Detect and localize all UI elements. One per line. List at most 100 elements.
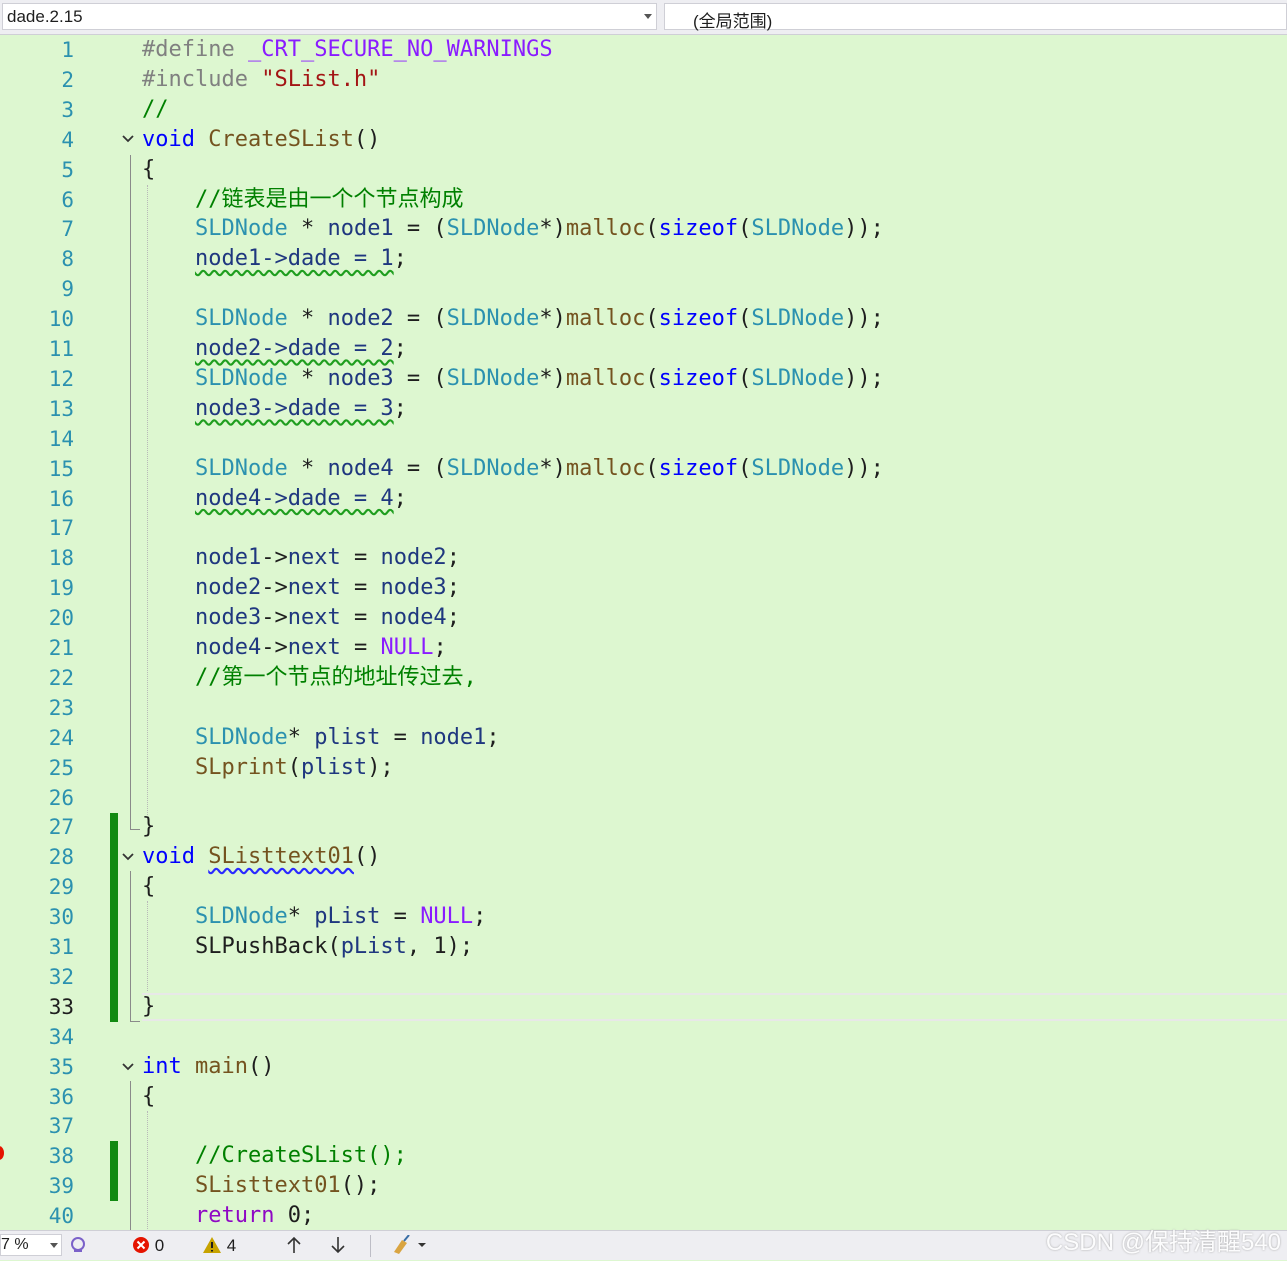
code-text[interactable]: node2->dade = 2; (142, 334, 407, 364)
code-token: //第一个节点的地址传过去, (142, 664, 477, 690)
code-line[interactable]: 22 //第一个节点的地址传过去, (0, 663, 1287, 693)
code-text[interactable]: node4->dade = 4; (142, 484, 407, 514)
code-line[interactable]: 39 SListtext01(); (0, 1171, 1287, 1201)
code-line[interactable]: 16 node4->dade = 4; (0, 484, 1287, 514)
code-line[interactable]: 6 //链表是由一个个节点构成 (0, 185, 1287, 215)
code-line[interactable]: 10 SLDNode * node2 = (SLDNode*)malloc(si… (0, 304, 1287, 334)
code-token: (); (340, 1173, 381, 1199)
code-line[interactable]: 17 (0, 513, 1287, 543)
code-text[interactable]: #include "SList.h" (142, 65, 380, 95)
code-line[interactable]: 35 int main() (0, 1052, 1287, 1082)
code-line[interactable]: 37 (0, 1111, 1287, 1141)
code-line[interactable]: 4 void CreateSList() (0, 125, 1287, 155)
code-line[interactable]: 19 node2->next = node3; (0, 573, 1287, 603)
code-token: node1 (194, 545, 262, 571)
code-line[interactable]: 8 node1->dade = 1; (0, 244, 1287, 274)
code-line[interactable]: 13 node3->dade = 3; (0, 394, 1287, 424)
error-icon (133, 1237, 149, 1253)
code-line[interactable]: 14 (0, 424, 1287, 454)
code-text[interactable]: node2->next = node3; (142, 573, 460, 603)
code-token: )); (844, 306, 884, 332)
code-line[interactable]: 18 node1->next = node2; (0, 543, 1287, 573)
scope-dropdown[interactable]: (全局范围) (664, 3, 1287, 31)
code-line[interactable]: 25 SLprint(plist); (0, 753, 1287, 783)
health-icon[interactable] (68, 1235, 88, 1257)
code-line[interactable]: 11 node2->dade = 2; (0, 334, 1287, 364)
code-line[interactable]: 27} (0, 812, 1287, 842)
code-line[interactable]: 30 SLDNode* pList = NULL; (0, 902, 1287, 932)
code-line[interactable]: 7 SLDNode * node1 = (SLDNode*)malloc(siz… (0, 214, 1287, 244)
code-text[interactable]: SLprint(plist); (142, 753, 394, 783)
code-text[interactable]: { (142, 1082, 155, 1112)
code-text[interactable]: int main() (142, 1052, 274, 1082)
code-editor[interactable]: 1 #define _CRT_SECURE_NO_WARNINGS 2 #includ… (0, 35, 1287, 1230)
code-line[interactable]: 3 // (0, 95, 1287, 125)
code-token: _CRT_SECURE_NO_WARNINGS (247, 37, 553, 62)
code-text[interactable]: node1->next = node2; (142, 543, 460, 573)
code-line[interactable]: 24 SLDNode* plist = node1; (0, 723, 1287, 753)
code-line[interactable]: 34 (0, 1022, 1287, 1052)
code-text[interactable]: node3->next = node4; (142, 603, 460, 633)
code-token: ; (433, 635, 447, 660)
project-dropdown[interactable]: dade.2.15 (2, 3, 657, 30)
code-text[interactable]: SLDNode * node4 = (SLDNode*)malloc(sizeo… (142, 454, 884, 484)
code-text[interactable]: node4->next = NULL; (142, 633, 447, 663)
code-text[interactable]: // (142, 95, 169, 125)
code-text[interactable]: { (142, 155, 155, 185)
previous-issue-button[interactable] (286, 1235, 302, 1257)
line-number: 21 (48, 636, 74, 660)
line-number: 28 (48, 845, 74, 870)
code-line[interactable]: 32 (0, 962, 1287, 992)
code-text[interactable]: SListtext01(); (142, 1171, 380, 1201)
code-text[interactable]: SLDNode* pList = NULL; (142, 902, 486, 932)
code-text[interactable]: SLPushBack(pList, 1); (142, 932, 473, 962)
code-token: return (194, 1203, 275, 1229)
code-text[interactable]: node3->dade = 3; (142, 394, 407, 424)
code-line[interactable]: 5{ (0, 155, 1287, 185)
code-text[interactable]: //链表是由一个个节点构成 (142, 185, 464, 215)
code-text[interactable]: SLDNode * node1 = (SLDNode*)malloc(sizeo… (142, 214, 884, 244)
code-line[interactable]: 9 (0, 274, 1287, 304)
zoom-dropdown[interactable]: 7 % (0, 1234, 62, 1256)
code-text[interactable]: SLDNode* plist = node1; (142, 723, 500, 753)
code-token: -> (261, 545, 288, 571)
code-line[interactable]: 2 #include "SList.h" (0, 65, 1287, 95)
code-text[interactable]: SLDNode * node2 = (SLDNode*)malloc(sizeo… (142, 304, 884, 334)
code-line[interactable]: 15 SLDNode * node4 = (SLDNode*)malloc(si… (0, 454, 1287, 484)
code-text[interactable]: void CreateSList() (142, 125, 380, 155)
code-line[interactable]: 38 //CreateSList(); (0, 1141, 1287, 1171)
code-line[interactable]: 23 (0, 693, 1287, 723)
errors-indicator[interactable]: 0 (132, 1235, 164, 1257)
code-line[interactable]: 31 SLPushBack(pList, 1); (0, 932, 1287, 962)
code-token: ( (738, 216, 752, 242)
code-text[interactable]: void SListtext01() (142, 842, 380, 872)
code-text[interactable]: //CreateSList(); (142, 1141, 407, 1171)
code-line[interactable]: 26 (0, 783, 1287, 813)
code-line[interactable]: 36 { (0, 1082, 1287, 1112)
code-text[interactable]: } (142, 992, 155, 1022)
code-text[interactable]: { (142, 872, 155, 902)
code-line[interactable]: 1 #define _CRT_SECURE_NO_WARNINGS (0, 35, 1287, 65)
code-text[interactable]: return 0; (142, 1201, 314, 1230)
code-token: = (340, 545, 381, 571)
code-text[interactable]: } (142, 812, 155, 842)
code-cleanup-button[interactable] (390, 1234, 430, 1257)
code-text[interactable]: //第一个节点的地址传过去, (142, 663, 477, 693)
code-text[interactable]: node1->dade = 1; (142, 244, 407, 274)
code-line[interactable]: 33} (0, 992, 1287, 1022)
next-issue-button[interactable] (330, 1235, 346, 1257)
warnings-indicator[interactable]: 4 (202, 1235, 236, 1257)
code-line[interactable]: 21 node4->next = NULL; (0, 633, 1287, 663)
code-token: = ( (393, 455, 447, 481)
code-line[interactable]: 12 SLDNode * node3 = (SLDNode*)malloc(si… (0, 364, 1287, 394)
code-token: -> (261, 605, 288, 631)
code-token: plist (300, 754, 368, 780)
code-line[interactable]: 28 void SListtext01() (0, 842, 1287, 872)
code-line[interactable]: 20 node3->next = node4; (0, 603, 1287, 633)
code-line[interactable]: 29 { (0, 872, 1287, 902)
code-text[interactable]: SLDNode * node3 = (SLDNode*)malloc(sizeo… (142, 364, 884, 394)
code-text[interactable]: #define _CRT_SECURE_NO_WARNINGS (142, 35, 553, 65)
